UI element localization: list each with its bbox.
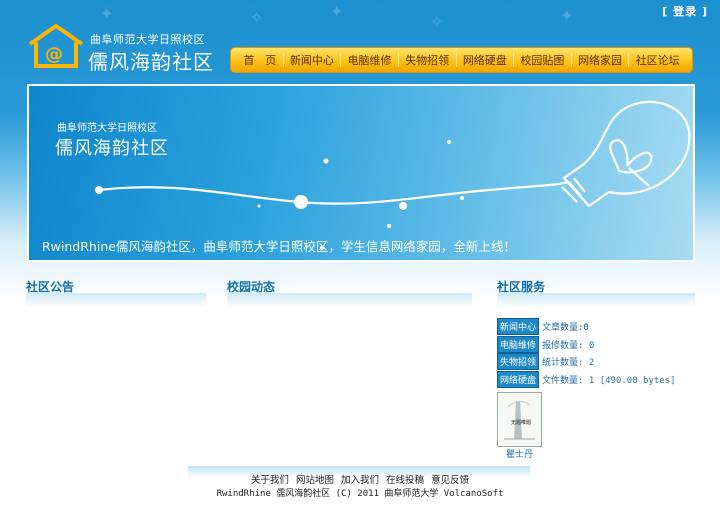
main-nav: 首 页 新闻中心 电脑维修 失物招领 网络硬盘 校园贴图 网络家园 社区论坛: [230, 47, 693, 73]
service-badge-lost-found[interactable]: 失物招领: [497, 353, 540, 370]
book-cover-text: 无题唯题: [511, 419, 531, 426]
banner-slogan: RwindRhine儒风海韵社区，曲阜师范大学日照校区，学生信息网络家园，全新上…: [42, 239, 516, 254]
service-row: 新闻中心 文章数量:0: [497, 318, 589, 335]
service-badge-netdisk[interactable]: 网络硬盘: [497, 371, 540, 388]
footer-copyright: RwindRhine 儒风海韵社区 (C) 2011 曲阜师范大学 Volcan…: [216, 489, 504, 499]
footer-link-about[interactable]: 关于我们: [251, 475, 289, 486]
nav-item-repair[interactable]: 电脑维修: [341, 52, 398, 68]
service-count: 文章数量:0: [542, 323, 589, 333]
nav-item-home[interactable]: 首 页: [237, 52, 283, 68]
section-underline: [227, 293, 472, 307]
footer-link-sitemap[interactable]: 网站地图: [296, 475, 334, 486]
book-cover-art: 无题唯题: [498, 393, 541, 446]
bird-icon: ✧: [250, 8, 264, 27]
site-title: 儒风海韵社区: [88, 50, 214, 74]
section-underline: [497, 293, 695, 307]
book-caption-link[interactable]: 瞿士丹: [506, 447, 533, 460]
banner-subtitle: 曲阜师范大学日照校区: [57, 123, 157, 134]
section-underline: [26, 293, 206, 307]
bird-icon: ✧: [430, 12, 444, 31]
service-row: 网络硬盘 文件数量: 1 [490.00 bytes]: [497, 371, 676, 388]
service-count: 统计数量: 2: [542, 358, 595, 368]
login-link[interactable]: [ 登录 ]: [662, 3, 708, 19]
service-row: 失物招领 统计数量: 2: [497, 353, 594, 370]
nav-item-photos[interactable]: 校园贴图: [514, 52, 571, 68]
login-link-label[interactable]: [ 登录 ]: [662, 5, 708, 18]
service-count: 报修数量: 0: [542, 341, 595, 351]
service-count: 文件数量: 1 [490.00 bytes]: [542, 376, 676, 386]
service-badge-news[interactable]: 新闻中心: [497, 318, 540, 335]
nav-item-forum[interactable]: 社区论坛: [629, 52, 686, 68]
nav-item-lost-found[interactable]: 失物招领: [399, 52, 456, 68]
banner-title: 儒风海韵社区: [55, 138, 169, 159]
nav-item-news[interactable]: 新闻中心: [284, 52, 341, 68]
nav-item-home-network[interactable]: 网络家园: [572, 52, 629, 68]
service-row: 电脑维修 报修数量: 0: [497, 336, 594, 353]
school-name: 曲阜师范大学日照校区: [90, 33, 205, 46]
footer-link-submit[interactable]: 在线投稿: [386, 475, 424, 486]
svg-text:@: @: [45, 44, 63, 65]
footer-link-feedback[interactable]: 意见反馈: [431, 475, 469, 486]
nav-item-netdisk[interactable]: 网络硬盘: [457, 52, 514, 68]
bird-icon: ✦: [330, 2, 344, 21]
footer-links: 关于我们 网站地图 加入我们 在线投稿 意见反馈: [0, 472, 720, 486]
service-badge-repair[interactable]: 电脑维修: [497, 336, 540, 353]
house-logo-icon: @: [28, 24, 84, 68]
footer-link-join[interactable]: 加入我们: [341, 475, 379, 486]
hero-banner: 曲阜师范大学日照校区 儒风海韵社区 RwindRhine儒风海韵社区，曲阜师范大…: [27, 84, 695, 262]
bird-icon: ✦: [100, 4, 114, 23]
book-cover-image[interactable]: 无题唯题: [497, 392, 542, 447]
bird-icon: ✦: [560, 6, 574, 25]
